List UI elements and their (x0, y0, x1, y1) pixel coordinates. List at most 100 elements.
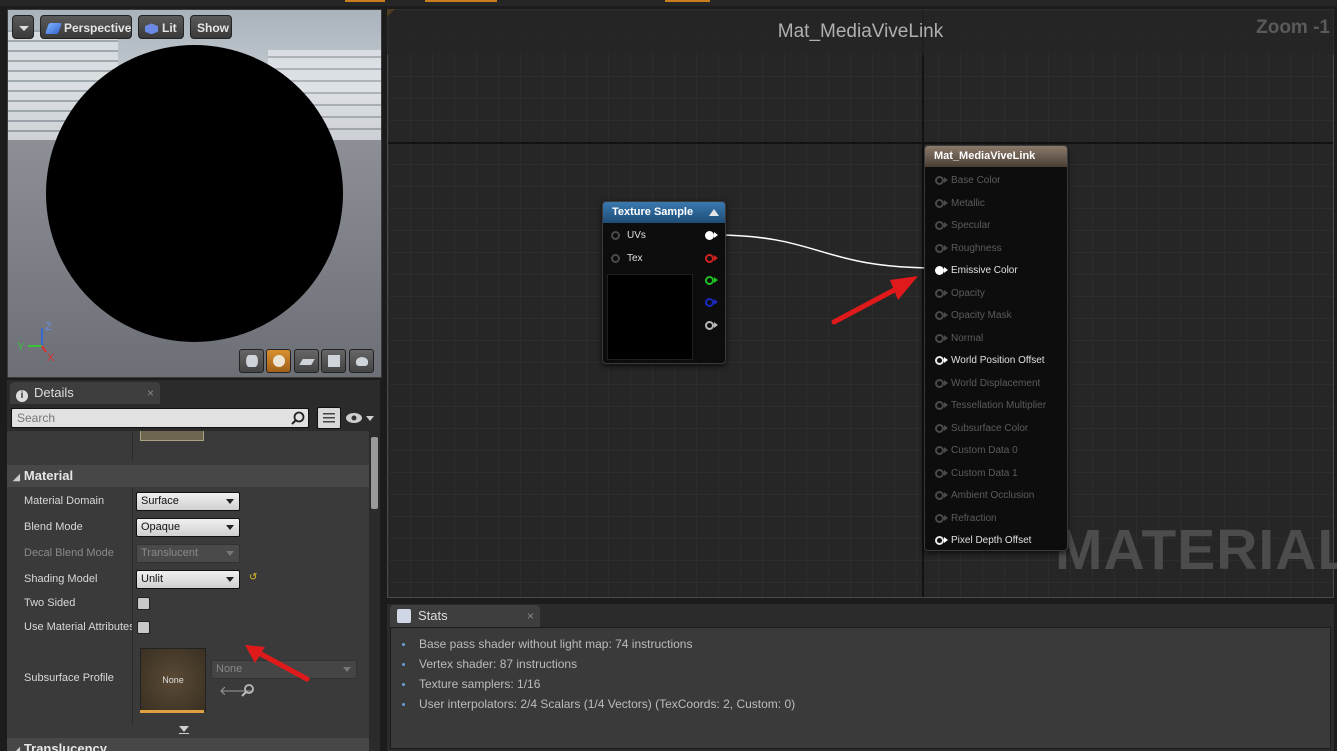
result-input-label: Normal (951, 332, 984, 344)
result-input-pin[interactable] (935, 378, 944, 388)
lit-button[interactable]: Lit (138, 15, 184, 39)
prop-label: Shading Model (24, 573, 98, 585)
close-icon[interactable]: × (527, 605, 534, 627)
pin-arrow-icon (944, 357, 948, 363)
search-icon[interactable] (291, 411, 305, 425)
show-button[interactable]: Show (190, 15, 232, 39)
chevron-down-icon (19, 26, 29, 31)
rgb-output-pin[interactable] (705, 231, 714, 240)
subsurface-profile-thumbnail[interactable]: None (140, 648, 206, 712)
chevron-down-icon (226, 525, 234, 530)
pin-arrow-icon (714, 255, 718, 261)
prop-shading-model: Shading Model Unlit (7, 567, 369, 592)
g-output-pin[interactable] (705, 276, 714, 285)
reset-to-default-icon[interactable]: ↺ (249, 573, 259, 583)
result-input-pin[interactable] (935, 266, 944, 275)
result-input-pin[interactable] (935, 401, 944, 410)
info-icon: i (16, 390, 28, 402)
result-input-pin[interactable] (935, 356, 944, 365)
show-label: Show (197, 21, 229, 35)
view-options-button[interactable] (317, 407, 341, 429)
viewport-options-button[interactable] (12, 15, 34, 39)
pin-arrow-icon (714, 277, 718, 283)
pin-arrow-icon (944, 402, 948, 408)
use-material-attributes-checkbox[interactable] (137, 621, 150, 634)
material-domain-combo[interactable]: Surface (136, 492, 240, 511)
bullet (402, 703, 405, 706)
preview-cube-button[interactable] (321, 349, 346, 373)
perspective-button[interactable]: Perspective (40, 15, 132, 39)
preview-plane-button[interactable] (294, 349, 319, 373)
a-output-pin[interactable] (705, 321, 714, 330)
perspective-icon (44, 23, 63, 35)
annotation-arrow (245, 645, 310, 682)
pin-arrow-icon (944, 267, 948, 273)
prop-two-sided: Two Sided (7, 591, 369, 616)
pin-arrow-icon (944, 514, 948, 521)
tex-input-pin[interactable] (611, 254, 620, 263)
result-input-pin[interactable] (935, 221, 944, 230)
material-result-header[interactable]: Mat_MediaViveLink (925, 146, 1067, 167)
result-input-pin[interactable] (935, 468, 944, 478)
b-output-pin[interactable] (705, 298, 714, 307)
collapse-triangle-icon[interactable] (709, 209, 719, 216)
pin-arrow-icon (714, 232, 718, 238)
details-search-input[interactable]: Search (11, 408, 309, 428)
texture-sample-node[interactable]: Texture Sample UVs Tex (602, 201, 726, 364)
section-material-header[interactable]: ◢ Material (7, 465, 369, 487)
prop-material-domain: Material Domain Surface (7, 489, 369, 514)
preview-sphere-button[interactable] (266, 349, 291, 373)
result-input-pin[interactable] (935, 176, 944, 185)
result-input-label: World Displacement (951, 377, 1041, 389)
details-scrollbar[interactable] (369, 431, 380, 751)
use-selected-arrow-icon[interactable]: 🡐 (219, 684, 254, 697)
top-strip (0, 0, 1337, 6)
result-input-pin[interactable] (935, 491, 944, 500)
details-tab[interactable]: i Details × (10, 382, 160, 404)
preview-teapot-button[interactable] (349, 349, 374, 373)
expand-advanced-icon[interactable] (179, 726, 189, 732)
shading-model-combo[interactable]: Unlit (136, 570, 240, 589)
pin-arrow-icon (944, 492, 948, 498)
connection-wire[interactable] (700, 225, 940, 275)
uvs-input-pin[interactable] (611, 231, 620, 240)
material-result-node[interactable]: Mat_MediaViveLink Base Color Metallic Spec… (924, 145, 1068, 551)
result-input-pin[interactable] (935, 311, 944, 320)
two-sided-checkbox[interactable] (137, 597, 150, 610)
result-input-pin[interactable] (935, 423, 944, 433)
stats-tab[interactable]: Stats × (390, 605, 540, 627)
list-icon (323, 413, 335, 423)
pin-arrow-icon (944, 177, 948, 183)
preview-viewport[interactable]: Perspective Lit Show Z Y X (7, 9, 382, 378)
pin-arrow-icon (944, 244, 948, 251)
pin-arrow-icon (944, 537, 948, 543)
result-input-pin[interactable] (935, 446, 944, 455)
pin-arrow-icon (944, 447, 948, 453)
chevron-down-icon (226, 551, 234, 556)
result-input-pin[interactable] (935, 288, 944, 298)
section-translucency-header[interactable]: ◢ Translucency (7, 738, 369, 751)
result-input-pin[interactable] (935, 243, 944, 253)
chevron-down-icon (366, 416, 374, 421)
texture-sample-header[interactable]: Texture Sample (603, 202, 725, 223)
stats-tab-label: Stats (418, 608, 448, 623)
node-title: Texture Sample (612, 206, 694, 218)
preview-cylinder-button[interactable] (239, 349, 264, 373)
result-input-pin[interactable] (935, 536, 944, 545)
top-tab-accent (425, 0, 497, 2)
result-input-pin[interactable] (935, 513, 944, 523)
visibility-dropdown[interactable] (344, 409, 376, 427)
cylinder-icon (246, 355, 258, 367)
prop-label: Use Material Attributes (24, 621, 132, 633)
close-icon[interactable]: × (147, 382, 154, 404)
result-input-pin[interactable] (935, 198, 944, 208)
scrollbar-thumb[interactable] (371, 437, 378, 509)
result-input-pin[interactable] (935, 333, 944, 343)
blend-mode-combo[interactable]: Opaque (136, 518, 240, 537)
lit-cube-icon (145, 23, 158, 35)
collapse-triangle-icon: ◢ (13, 745, 20, 751)
stats-icon (397, 609, 411, 623)
result-input-label: Tessellation Multiplier (951, 400, 1047, 411)
stat-line: Vertex shader: 87 instructions (419, 657, 578, 671)
r-output-pin[interactable] (705, 254, 714, 263)
